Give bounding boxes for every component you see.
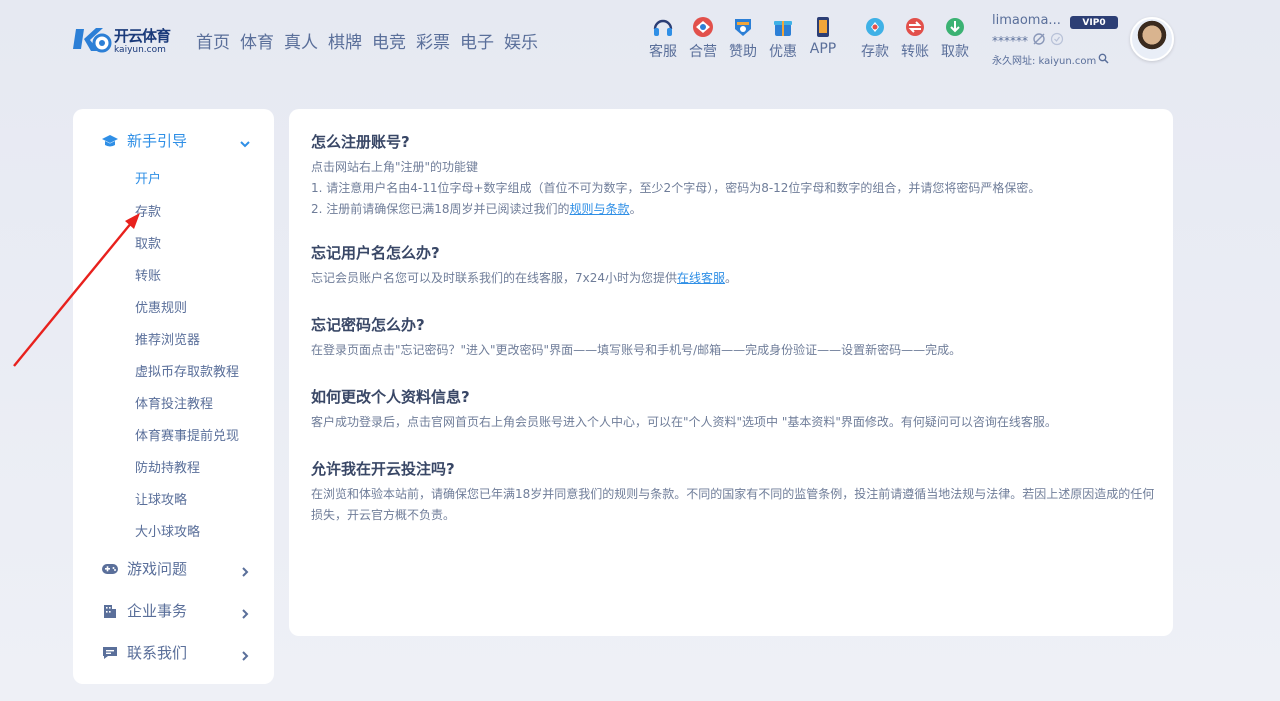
permanent-domain: 永久网址: kaiyun.com [992,52,1122,67]
logo-name-cn: 开云体育 [114,27,171,45]
tool-label: 赞助 [729,44,757,60]
phone-icon [810,14,836,40]
domain-text: 永久网址: kaiyun.com [992,56,1097,67]
faq-answer: 忘记会员账户名您可以及时联系我们的在线客服，7x24小时为您提供在线客服。 [311,268,1161,289]
faq-answer-text: 忘记会员账户名您可以及时联系我们的在线客服，7x24小时为您提供 [311,271,678,285]
top-header: 开云体育 kaiyun.com 首页 体育 真人 棋牌 电竞 彩票 电子 娱乐 … [0,0,1280,80]
search-icon[interactable] [1098,53,1109,67]
tool-app[interactable]: APP [806,14,840,57]
nav-entertainment[interactable]: 娱乐 [504,28,538,53]
nav-slots[interactable]: 电子 [460,28,494,53]
deposit-icon [862,14,888,40]
transfer-icon [902,14,928,40]
faq-answer-text: 2. 注册前请确保您已满18周岁并已阅读过我们的 [311,202,570,216]
faq-answer: 在登录页面点击"忘记密码？"进入"更改密码"界面——填写账号和手机号/邮箱——完… [311,343,962,357]
sidebar-item-sports-betting-tutorial[interactable]: 体育投注教程 [135,393,213,412]
tool-label: 存款 [861,44,889,60]
logo-name-en: kaiyun.com [114,45,166,55]
tool-label: 合营 [689,44,717,60]
building-icon [101,602,119,620]
tool-label: 转账 [901,44,929,60]
main-nav: 首页 体育 真人 棋牌 电竞 彩票 电子 娱乐 [196,28,538,53]
sidebar-item-withdraw[interactable]: 取款 [135,233,161,252]
vip-badge: VIP0 [1070,16,1118,29]
faq-question: 允许我在开云投注吗? [311,460,455,478]
faq-answer-text: 。 [629,202,642,216]
tool-sponsor[interactable]: 赞助 [726,14,760,61]
faq-answer: 在浏览和体验本站前，请确保您已年满18岁并同意我们的规则与条款。不同的国家有不同… [311,487,1155,522]
nav-cards[interactable]: 棋牌 [328,28,362,53]
sidebar-section-game-questions[interactable]: 游戏问题 [101,558,251,579]
faq-answer-line: 点击网站右上角"注册"的功能键 [311,160,479,174]
faq-answer: 客户成功登录后，点击官网首页右上角会员账号进入个人中心，可以在"个人资料"选项中… [311,415,1057,429]
tool-label: 客服 [649,44,677,60]
sidebar-item-open-account[interactable]: 开户 [135,168,161,187]
tool-label: 取款 [941,44,969,60]
faq-answer-text: 。 [725,271,738,285]
online-service-link[interactable]: 在线客服 [677,271,725,285]
nav-sports[interactable]: 体育 [240,28,274,53]
logo-mark-icon [72,23,112,57]
sidebar-section-label: 新手引导 [127,132,188,150]
sidebar-section-label: 游戏问题 [127,560,188,578]
nav-live[interactable]: 真人 [284,28,318,53]
refresh-icon[interactable] [1050,32,1064,49]
tool-promo[interactable]: 优惠 [766,14,800,61]
chevron-down-icon [239,135,251,147]
tool-label: 优惠 [769,44,797,60]
sidebar-item-early-cashout[interactable]: 体育赛事提前兑现 [135,425,239,444]
tool-deposit[interactable]: 存款 [858,14,892,61]
nav-home[interactable]: 首页 [196,28,230,53]
balance-row: ****** [992,32,1122,49]
sidebar-item-promo-rules[interactable]: 优惠规则 [135,297,187,316]
faq-question: 怎么注册账号? [311,133,410,151]
faq-answer-line: 1. 请注意用户名由4-11位字母+数字组成（首位不可为数字，至少2个字母），密… [311,181,1041,195]
withdraw-icon [942,14,968,40]
nav-esports[interactable]: 电竞 [372,28,406,53]
promo-icon [770,14,796,40]
tool-transfer[interactable]: 转账 [898,14,932,61]
sidebar-item-recommended-browser[interactable]: 推荐浏览器 [135,329,200,348]
sidebar-item-transfer[interactable]: 转账 [135,265,161,284]
faq-content-panel: 怎么注册账号? 点击网站右上角"注册"的功能键 1. 请注意用户名由4-11位字… [289,109,1173,636]
rules-and-terms-link[interactable]: 规则与条款 [570,202,630,216]
site-logo[interactable]: 开云体育 kaiyun.com [72,22,176,58]
sidebar-item-anti-hijack[interactable]: 防劫持教程 [135,457,200,476]
tool-partner[interactable]: 合营 [686,14,720,61]
nav-lottery[interactable]: 彩票 [416,28,450,53]
graduation-cap-icon [101,132,119,150]
tool-withdraw[interactable]: 取款 [938,14,972,61]
chevron-right-icon [239,605,251,619]
sidebar-item-handicap-guide[interactable]: 让球攻略 [135,489,187,508]
chat-icon [101,644,119,662]
balance-value: ****** [992,33,1028,48]
gamepad-icon [101,560,119,578]
sidebar-item-deposit[interactable]: 存款 [135,201,161,220]
sidebar-section-corporate-affairs[interactable]: 企业事务 [101,600,251,621]
avatar[interactable] [1130,17,1174,61]
faq-question: 忘记用户名怎么办? [311,244,440,262]
faq-answer: 点击网站右上角"注册"的功能键 1. 请注意用户名由4-11位字母+数字组成（首… [311,157,1161,220]
chevron-right-icon [239,563,251,577]
sidebar-section-label: 企业事务 [127,602,188,620]
sidebar-section-label: 联系我们 [127,644,188,662]
tool-label: APP [809,41,837,57]
sidebar-item-crypto-tutorial[interactable]: 虚拟币存取款教程 [135,361,239,380]
faq-question: 忘记密码怎么办? [311,316,425,334]
faq-question: 如何更改个人资料信息? [311,388,470,406]
partner-icon [690,14,716,40]
user-panel: limaoma... VIP0 ****** 永久网址: kaiyun.com [992,13,1122,67]
sidebar-section-contact-us[interactable]: 联系我们 [101,642,251,663]
chevron-right-icon [239,647,251,661]
faq-answer-line: 2. 注册前请确保您已满18周岁并已阅读过我们的规则与条款。 [311,199,1161,220]
tool-customer-service[interactable]: 客服 [646,14,680,61]
sidebar-section-beginner-guide[interactable]: 新手引导 [101,130,251,151]
help-sidebar: 新手引导 开户 存款 取款 转账 优惠规则 推荐浏览器 虚拟币存取款教程 体育投… [73,109,274,684]
sidebar-item-over-under-guide[interactable]: 大小球攻略 [135,521,200,540]
sponsor-icon [730,14,756,40]
headset-icon [650,14,676,40]
eye-off-icon[interactable] [1032,32,1046,49]
